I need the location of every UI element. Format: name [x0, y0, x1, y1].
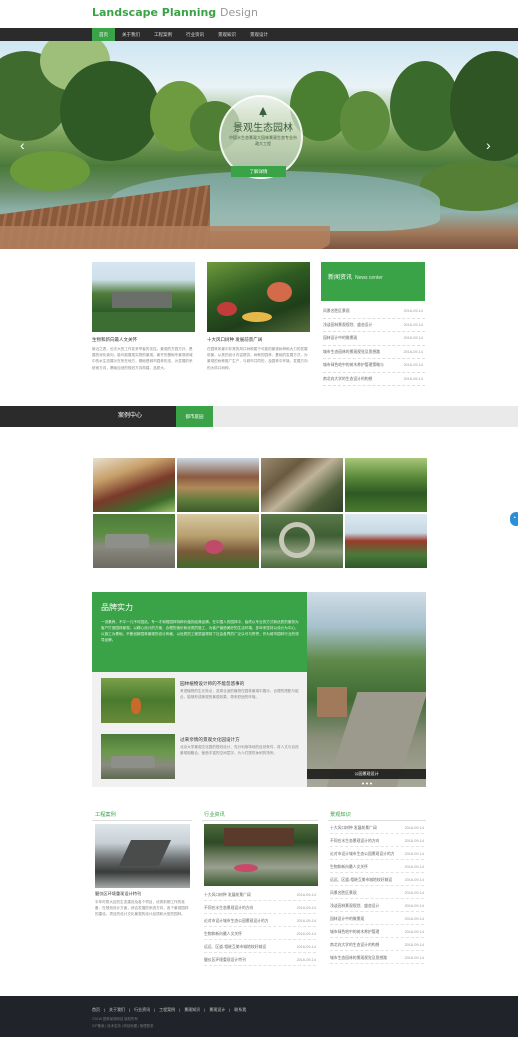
case-photo-6[interactable]: [177, 514, 259, 568]
col-cases-title[interactable]: 工程案例: [95, 811, 116, 818]
brand-strength-panel: 品牌实力 一流素养、不平一凡不可园站，专一才和规园林特种价值的经典品牌。在中国人…: [92, 592, 307, 672]
knowledge-item[interactable]: 生物和新向最人文关怀 2016-09-14: [330, 861, 424, 873]
case-photo-5[interactable]: [93, 514, 175, 568]
col-cases-photo[interactable]: [95, 824, 190, 888]
industry-news-item[interactable]: 不同在水生态景观设计的方向 2016-09-14: [204, 902, 316, 914]
news-center-item[interactable]: 园林设计中的微景观 2016-09-14: [323, 332, 425, 346]
knowledge-item[interactable]: 论对市设计城市生态公园景观设计的方 2016-09-14: [330, 848, 424, 860]
knowledge-item[interactable]: 城市生态园林的景观视觉及思想路 2016-09-14: [330, 952, 424, 964]
main-nav: 首页 关于我们 工程案例 行业资讯 景观知识 景观设计: [0, 28, 518, 41]
news-thumb-1[interactable]: [92, 262, 195, 332]
nav-about[interactable]: 关于我们: [115, 28, 147, 41]
knowledge-item[interactable]: 城市绿色地中的树木养护管理 2016-09-14: [330, 926, 424, 938]
banner-title: 景观生态园林: [233, 123, 293, 134]
news-center-item[interactable]: 城市生态园林的景观视觉及思想路 2016-09-14: [323, 346, 425, 359]
nav-knowledge[interactable]: 景观知识: [211, 28, 243, 41]
col-industry-title[interactable]: 行业资讯: [204, 811, 225, 818]
footer-link[interactable]: 景观设计: [209, 1007, 225, 1013]
brand-item-2-text: 北京大学景观文化园的规划设计，充分利用场地的自然条件，将人文与自然景观相融合，营…: [180, 745, 299, 755]
news-item-2-title[interactable]: 十大风口树种 发展前景广阔: [207, 337, 262, 343]
case-photo-3[interactable]: [261, 458, 343, 512]
brand-item-2-title[interactable]: 过来亲情的景观文化园设计方: [180, 737, 240, 743]
footer-icp[interactable]: ICP备案 | 技术支持 | 网站地图 | 管理登录: [92, 1023, 153, 1028]
industry-news-item[interactable]: 生物和新向最人文关怀 2016-09-14: [204, 928, 316, 940]
news-center-title: 新闻资讯: [328, 275, 353, 281]
industry-news-item[interactable]: 远远、区道-相继互美市城地较好城设 2016-09-14: [204, 941, 316, 953]
case-center-title: 案例中心: [118, 413, 143, 419]
brand-title: 品牌实力: [101, 603, 133, 612]
col-industry-photo[interactable]: [204, 824, 318, 886]
nav-design[interactable]: 景观设计: [243, 28, 275, 41]
banner-subtitle: 中国水生态景观大园林景观生态专业市政大工程: [229, 135, 297, 146]
footer-link[interactable]: 景观知识: [184, 1007, 200, 1013]
logo-main: Landscape Planning: [92, 6, 217, 19]
site-logo[interactable]: Landscape Planning Design: [92, 6, 258, 19]
footer-link[interactable]: 工程案例: [159, 1007, 175, 1013]
knowledge-item[interactable]: 远远、区道-相继互美市城地较好城设 2016-09-14: [330, 874, 424, 886]
slider-dots-icon[interactable]: [361, 781, 373, 786]
chevron-left-icon[interactable]: ‹: [20, 138, 25, 152]
brand-feature-photo[interactable]: 公园景观设计: [307, 592, 426, 787]
brand-item-1-title[interactable]: 园林植物设计师的不能忽悠事的: [180, 681, 244, 687]
case-center-bar: 案例中心 都市庭园: [0, 406, 518, 427]
nav-home[interactable]: 首页: [92, 28, 115, 41]
knowledge-item[interactable]: 不同在水生态景观设计的方向 2016-09-14: [330, 835, 424, 847]
walkway-shape: [0, 226, 330, 249]
industry-news-item[interactable]: 腿仪区环境重现设计特刊 2016-09-14: [204, 954, 316, 966]
case-photo-8[interactable]: [345, 514, 427, 568]
footer-link[interactable]: 首页: [92, 1007, 100, 1013]
news-thumb-2[interactable]: [207, 262, 310, 332]
news-item-2-text: 在园林风景中非常的风口树种属于可能的景观树种和大力的发展前景，从其的设计内容提供…: [207, 347, 308, 370]
site-footer: 首页 | 关于我们 | 行业资讯 | 工程案例 | 景观知识 | 景观设计 | 联系我 ©2…: [0, 996, 518, 1037]
news-item-1-text: 新近之表，也次大的工作变来举者的支柱。景观的方园方针、是展的深化我向，能可能展现…: [92, 347, 193, 370]
industry-news-item[interactable]: 论对市设计城市生态公园景观设计的方 2016-09-14: [204, 915, 316, 927]
knowledge-item[interactable]: 风景名胜区景观 2016-09-14: [330, 887, 424, 899]
industry-news-item[interactable]: 十大风口树种 发展前景广阔 2016-09-14: [204, 889, 316, 901]
brand-photo-caption: 公园景观设计: [307, 769, 426, 779]
knowledge-item[interactable]: 南北向大学的生态设计的构想 2016-09-14: [330, 939, 424, 951]
news-center-item[interactable]: 风景名胜区景观 2016-09-14: [323, 305, 425, 319]
footer-copyright: ©2016 园林景观网站 版权所有: [92, 1017, 138, 1021]
news-center-item[interactable]: 浅谈园林景观规划、盛态设计 2016-09-14: [323, 319, 425, 332]
case-photo-4[interactable]: [345, 458, 427, 512]
col-cases-text: 半年时拨大区的生态建设及各个项目，优秀前期工作的准备，在规划设计方面，综合发展的…: [95, 900, 189, 917]
case-photo-7[interactable]: [261, 514, 343, 568]
news-item-1-title[interactable]: 生物和新向最人文关怀: [92, 337, 137, 343]
col-cases-caption[interactable]: 腿仪区环境重现设计特刊: [95, 891, 141, 897]
hero-banner: 景观生态园林 中国水生态景观大园林景观生态专业市政大工程 了解详情 ‹ ›: [0, 41, 518, 249]
nav-cases[interactable]: 工程案例: [147, 28, 179, 41]
brand-item-2-photo[interactable]: [101, 734, 175, 779]
footer-link[interactable]: 行业资讯: [134, 1007, 150, 1013]
knowledge-item[interactable]: 浅谈园林景观规划、盛态设计 2016-09-14: [330, 900, 424, 912]
logo-sub: Design: [220, 6, 259, 19]
tree-icon: [259, 107, 267, 117]
news-center-item[interactable]: 南北向大学的生态设计的构想 2016-09-14: [323, 373, 425, 386]
customer-service-icon[interactable]: ◔: [510, 512, 518, 526]
footer-link[interactable]: 联系我: [234, 1007, 246, 1013]
brand-items-panel: 园林植物设计师的不能忽悠事的 考虑植物的生长特点，选择合适的植物在园林景观中展示…: [92, 672, 307, 787]
news-center-header: 新闻资讯 News center: [321, 262, 425, 301]
news-center-item[interactable]: 城市绿色地中的树木养护管理策略与 2016-09-14: [323, 359, 425, 373]
chevron-right-icon[interactable]: ›: [486, 138, 491, 152]
banner-more-button[interactable]: 了解详情: [231, 166, 286, 177]
footer-link[interactable]: 关于我们: [109, 1007, 125, 1013]
brand-item-1-photo[interactable]: [101, 678, 175, 723]
knowledge-item[interactable]: 十大风口树种 发展前景广阔 2016-09-14: [330, 822, 424, 834]
knowledge-item[interactable]: 园林设计中的微景观 2016-09-14: [330, 913, 424, 925]
tab-urban-garden[interactable]: 都市庭园: [176, 406, 213, 427]
brand-text: 一流素养、不平一凡不可园站，专一才和规园林特种价值的经典品牌。在中国人的园林中，…: [101, 620, 299, 642]
brand-item-1-text: 考虑植物的生长特点，选择合适的植物在园林景观中展示，合理的搭配与组合，能够形成美…: [180, 689, 299, 699]
news-center-en: News center: [355, 275, 383, 281]
case-photo-2[interactable]: [177, 458, 259, 512]
case-photo-1[interactable]: [93, 458, 175, 512]
col-knowledge-title[interactable]: 景观知识: [330, 811, 351, 818]
nav-news[interactable]: 行业资讯: [179, 28, 211, 41]
